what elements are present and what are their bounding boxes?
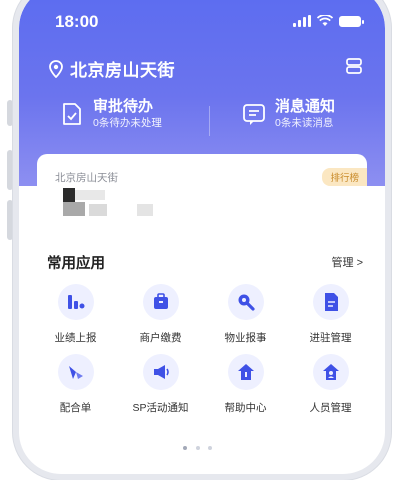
location-pin-icon bbox=[49, 59, 63, 78]
app-performance-report[interactable]: 业绩上报 bbox=[33, 284, 118, 345]
quick-actions: 审批待办 0条待办未处理 消息通知 0条未读消息 bbox=[19, 98, 385, 146]
project-card[interactable]: 北京房山天街 排行榜 bbox=[37, 154, 367, 236]
home-help-icon bbox=[227, 354, 264, 390]
app-label: 物业报事 bbox=[224, 332, 267, 344]
app-label: 业绩上报 bbox=[54, 332, 97, 344]
signal-icon bbox=[293, 15, 311, 27]
app-entry-management[interactable]: 进驻管理 bbox=[288, 284, 373, 345]
app-label: 配合单 bbox=[59, 402, 92, 414]
app-label: 商户缴费 bbox=[139, 332, 182, 344]
app-label: 帮助中心 bbox=[224, 402, 267, 414]
approval-subtitle: 0条待办未处理 bbox=[93, 117, 162, 129]
app-merchant-payment[interactable]: 商户缴费 bbox=[118, 284, 203, 345]
page-dot bbox=[183, 446, 188, 450]
wifi-icon bbox=[317, 15, 333, 26]
phone-frame: 18:00 北京房山天街 审批待办 0条待办未处理 消息通知 0条未读消息 北京… bbox=[13, 0, 391, 480]
wrench-icon bbox=[227, 284, 264, 320]
app-label: 人员管理 bbox=[309, 402, 352, 414]
screen: 18:00 北京房山天街 审批待办 0条待办未处理 消息通知 0条未读消息 北京… bbox=[19, 0, 385, 474]
approval-title: 审批待办 bbox=[93, 98, 154, 115]
page-indicator bbox=[0, 437, 395, 455]
status-bar: 18:00 bbox=[55, 12, 364, 34]
app-staff-management[interactable]: 人员管理 bbox=[288, 354, 373, 415]
card-project-name: 北京房山天街 bbox=[55, 172, 118, 184]
redacted-block bbox=[75, 190, 105, 200]
approval-icon bbox=[63, 103, 81, 125]
ranking-badge[interactable]: 排行榜 bbox=[322, 168, 367, 186]
app-label: 进驻管理 bbox=[309, 332, 352, 344]
app-property-report[interactable]: 物业报事 bbox=[203, 284, 288, 345]
approval-todo[interactable]: 审批待办 0条待办未处理 bbox=[59, 98, 162, 130]
wallet-icon bbox=[142, 284, 179, 320]
quick-divider bbox=[209, 106, 210, 136]
switch-icon[interactable] bbox=[345, 58, 363, 74]
redacted-block bbox=[63, 188, 75, 202]
redacted-block bbox=[89, 204, 107, 216]
page-dot bbox=[207, 446, 212, 450]
redacted-block bbox=[137, 204, 153, 216]
redacted-block bbox=[63, 202, 85, 216]
people-icon bbox=[312, 354, 349, 390]
manage-link[interactable]: 管理 > bbox=[332, 254, 363, 270]
message-icon bbox=[243, 104, 265, 125]
status-icons bbox=[293, 15, 364, 27]
location-selector[interactable]: 北京房山天街 bbox=[48, 56, 175, 81]
app-help-center[interactable]: 帮助中心 bbox=[203, 354, 288, 415]
app-cooperation-order[interactable]: 配合单 bbox=[33, 354, 118, 415]
app-sp-activity-notice[interactable]: SP活动通知 bbox=[118, 354, 203, 415]
app-label: SP活动通知 bbox=[132, 402, 189, 414]
megaphone-icon bbox=[142, 354, 179, 390]
status-time: 18:00 bbox=[55, 12, 99, 31]
apps-section-title: 常用应用 bbox=[47, 256, 105, 272]
bar-chart-icon bbox=[57, 284, 94, 320]
message-subtitle: 0条未读消息 bbox=[275, 117, 334, 129]
document-icon bbox=[312, 284, 349, 320]
battery-icon bbox=[339, 15, 364, 27]
direction-icon bbox=[57, 354, 94, 390]
message-title: 消息通知 bbox=[275, 98, 336, 115]
location-name: 北京房山天街 bbox=[70, 61, 175, 80]
message-notice[interactable]: 消息通知 0条未读消息 bbox=[241, 98, 335, 130]
page-dot bbox=[195, 446, 200, 450]
